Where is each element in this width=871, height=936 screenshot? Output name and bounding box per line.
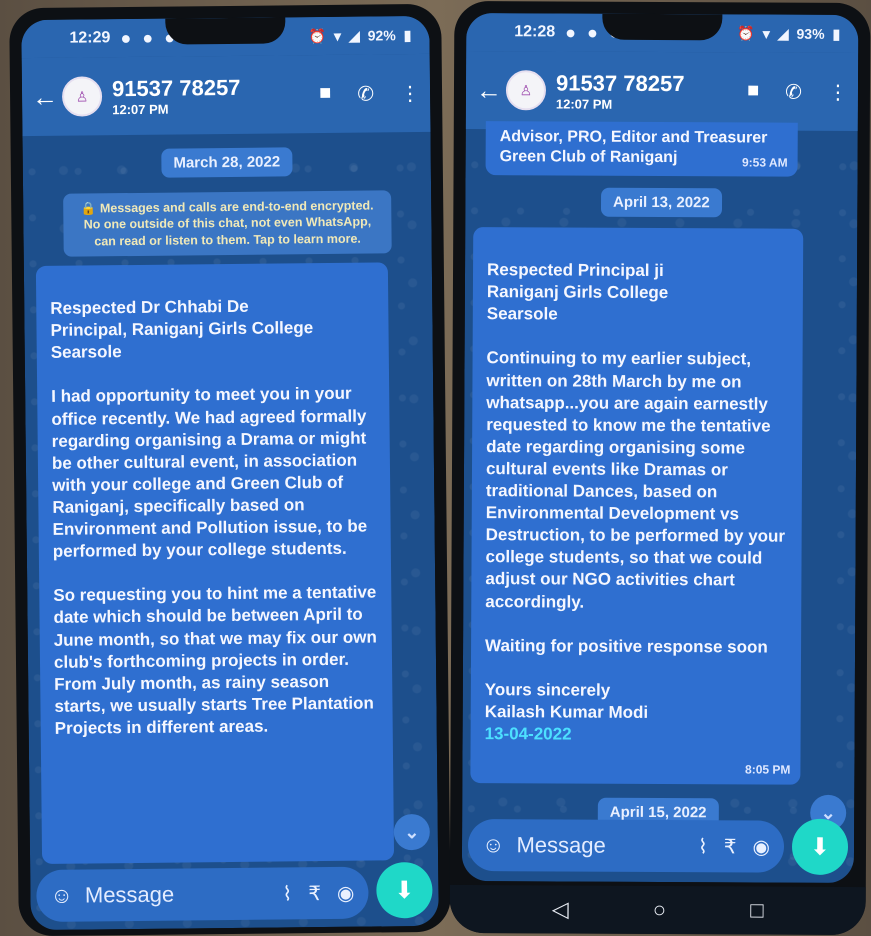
emoji-icon[interactable]: ☺ xyxy=(50,883,73,909)
message-date: 13-04-2022 xyxy=(484,724,572,744)
message-input[interactable]: ☺ Message ⌇ ₹ ◉ xyxy=(467,819,785,873)
scroll-down-icon[interactable]: ⌄ xyxy=(393,813,430,851)
alarm-icon: ⏰ xyxy=(308,27,326,44)
wifi-icon: ▾ xyxy=(333,27,342,44)
battery-percent: 92% xyxy=(367,27,396,44)
more-options-icon[interactable]: ⋮ xyxy=(828,79,848,104)
mic-button[interactable]: ⬇ xyxy=(791,818,849,875)
system-nav-bar: ◁ ○ □ xyxy=(449,884,866,936)
last-seen: 12:07 PM xyxy=(555,95,613,112)
status-right: ⏰ ▾ ◢ 92% ▮ xyxy=(308,27,411,45)
last-seen: 12:07 PM xyxy=(112,101,169,117)
status-time: 12:29 xyxy=(69,29,111,47)
status-right: ⏰ ▾ ◢ 93% ▮ xyxy=(737,25,840,43)
video-call-icon[interactable]: ■ xyxy=(319,81,331,106)
battery-percent: 93% xyxy=(796,25,825,42)
date-chip: March 28, 2022 xyxy=(161,147,293,178)
wifi-icon: ▾ xyxy=(762,25,770,42)
chat-header: ← ♙ 91537 78257 12:07 PM ■ ✆ ⋮ xyxy=(465,50,859,132)
mic-button[interactable]: ⬇ xyxy=(376,861,433,919)
mic-icon: ⬇ xyxy=(809,833,831,861)
message-bubble[interactable]: Respected Dr Chhabi De Principal, Raniga… xyxy=(35,262,395,864)
phone-left: 12:29 ● ● ● ⏰ ▾ ◢ 92% ▮ ← ♙ 91537 78257 … xyxy=(9,3,451,936)
attach-icon[interactable]: ⌇ xyxy=(698,834,708,859)
header-actions: ■ ✆ ⋮ xyxy=(319,80,420,106)
home-nav-icon[interactable]: ○ xyxy=(653,897,666,923)
message-time: 8:05 PM xyxy=(745,762,791,778)
camera-icon[interactable]: ◉ xyxy=(753,834,771,859)
message-placeholder: Message xyxy=(516,832,606,858)
mic-icon: ⬇ xyxy=(394,876,415,904)
chat-header: ← ♙ 91537 78257 12:07 PM ■ ✆ ⋮ xyxy=(21,53,431,137)
signal-icon: ◢ xyxy=(348,27,360,44)
battery-icon: ▮ xyxy=(403,26,412,43)
more-options-icon[interactable]: ⋮ xyxy=(400,80,420,105)
back-nav-icon[interactable]: ◁ xyxy=(552,896,569,922)
video-call-icon[interactable]: ■ xyxy=(747,79,759,104)
contact-phone: 91537 78257 xyxy=(111,74,241,101)
camera-notch xyxy=(165,17,286,45)
recents-nav-icon[interactable]: □ xyxy=(750,897,763,923)
phone-right: 12:28 ● ● ● ⏰ ▾ ◢ 93% ▮ ← ♙ 91537 78257 … xyxy=(449,0,871,936)
message-time: 9:53 AM xyxy=(741,155,788,170)
header-actions: ■ ✆ ⋮ xyxy=(747,79,848,105)
status-time: 12:28 xyxy=(514,23,556,41)
message-placeholder: Message xyxy=(84,881,175,908)
attach-icon[interactable]: ⌇ xyxy=(282,881,292,906)
screen-left: 12:29 ● ● ● ⏰ ▾ ◢ 92% ▮ ← ♙ 91537 78257 … xyxy=(21,15,439,931)
back-arrow-icon[interactable]: ← xyxy=(476,75,502,106)
payment-icon[interactable]: ₹ xyxy=(724,834,737,859)
contact-phone: 91537 78257 xyxy=(555,69,685,96)
message-bubble-previous[interactable]: Advisor, PRO, Editor and Treasurer Green… xyxy=(485,121,798,177)
avatar[interactable]: ♙ xyxy=(505,70,547,111)
contact-info[interactable]: 91537 78257 12:07 PM xyxy=(112,74,241,116)
voice-call-icon[interactable]: ✆ xyxy=(785,79,802,104)
message-text: Advisor, PRO, Editor and Treasurer Green… xyxy=(499,128,768,167)
screen-right: 12:28 ● ● ● ⏰ ▾ ◢ 93% ▮ ← ♙ 91537 78257 … xyxy=(461,12,859,884)
message-bubble[interactable]: Respected Principal ji Raniganj Girls Co… xyxy=(470,227,804,785)
voice-call-icon[interactable]: ✆ xyxy=(357,81,374,106)
message-input[interactable]: ☺ Message ⌇ ₹ ◉ xyxy=(36,866,369,923)
message-text: Respected Principal ji Raniganj Girls Co… xyxy=(484,260,786,722)
avatar[interactable]: ♙ xyxy=(61,76,103,117)
alarm-icon: ⏰ xyxy=(737,24,755,41)
back-arrow-icon[interactable]: ← xyxy=(32,81,58,112)
camera-icon[interactable]: ◉ xyxy=(337,880,355,905)
contact-info[interactable]: 91537 78257 12:07 PM xyxy=(556,70,685,112)
camera-notch xyxy=(602,13,723,41)
emoji-icon[interactable]: ☺ xyxy=(482,832,505,858)
battery-icon: ▮ xyxy=(832,25,841,42)
encryption-notice[interactable]: 🔒 Messages and calls are end-to-end encr… xyxy=(63,190,392,257)
message-text: Respected Dr Chhabi De Principal, Raniga… xyxy=(50,296,377,738)
chat-area[interactable]: Advisor, PRO, Editor and Treasurer Green… xyxy=(462,121,858,831)
signal-icon: ◢ xyxy=(777,25,789,42)
chat-area[interactable]: March 28, 2022 🔒 Messages and calls are … xyxy=(22,132,438,864)
payment-icon[interactable]: ₹ xyxy=(308,881,321,906)
date-chip: April 13, 2022 xyxy=(600,187,722,218)
